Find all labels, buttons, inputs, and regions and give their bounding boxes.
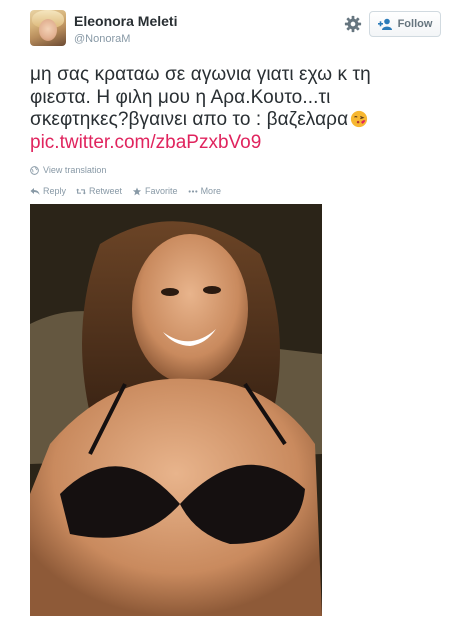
favorite-label: Favorite bbox=[145, 186, 178, 196]
tweet-photo[interactable] bbox=[30, 204, 322, 616]
tweet-actions: Reply Retweet Favorite More bbox=[30, 186, 221, 196]
more-label: More bbox=[200, 186, 222, 196]
tweet-media-link[interactable]: pic.twitter.com/zbaPzxbVo9 bbox=[30, 132, 261, 154]
favorite-action[interactable]: Favorite bbox=[132, 186, 178, 196]
tweet-text-line: σκεφτηκες?βγαινει απο το : βαζελαρα bbox=[30, 109, 450, 132]
gear-icon[interactable] bbox=[344, 15, 362, 33]
avatar[interactable] bbox=[30, 10, 66, 46]
view-translation[interactable]: View translation bbox=[30, 165, 106, 175]
user-screenname[interactable]: @NonoraM bbox=[74, 33, 130, 45]
kissing-face-emoji-icon bbox=[350, 110, 368, 128]
tweet-text-line: φιεστα. Η φιλη μου η Αρα.Κουτο...τι bbox=[30, 86, 331, 108]
more-dots-icon bbox=[188, 189, 197, 193]
reply-icon bbox=[30, 187, 40, 195]
avatar-face bbox=[39, 19, 57, 41]
globe-icon bbox=[30, 165, 39, 175]
photo-image bbox=[30, 204, 322, 616]
user-fullname[interactable]: Eleonora Meleti bbox=[74, 13, 177, 29]
follow-button[interactable]: Follow bbox=[369, 11, 441, 37]
follow-label: Follow bbox=[397, 18, 433, 30]
tweet-text-line-content: σκεφτηκες?βγαινει απο το : βαζελαρα bbox=[30, 109, 349, 130]
retweet-label: Retweet bbox=[89, 186, 123, 196]
tweet-text: μη σας κραταω σε αγωνια γιατι εχω κ τη φ… bbox=[30, 64, 450, 132]
reply-label: Reply bbox=[43, 186, 67, 196]
retweet-action[interactable]: Retweet bbox=[76, 186, 122, 196]
view-translation-label: View translation bbox=[43, 165, 107, 175]
follow-person-icon bbox=[377, 18, 394, 30]
tweet-text-line: μη σας κραταω σε αγωνια γιατι εχω κ τη bbox=[30, 64, 371, 85]
star-icon bbox=[132, 186, 142, 195]
reply-action[interactable]: Reply bbox=[30, 186, 66, 196]
retweet-icon bbox=[76, 188, 87, 194]
more-action[interactable]: More bbox=[188, 186, 222, 196]
